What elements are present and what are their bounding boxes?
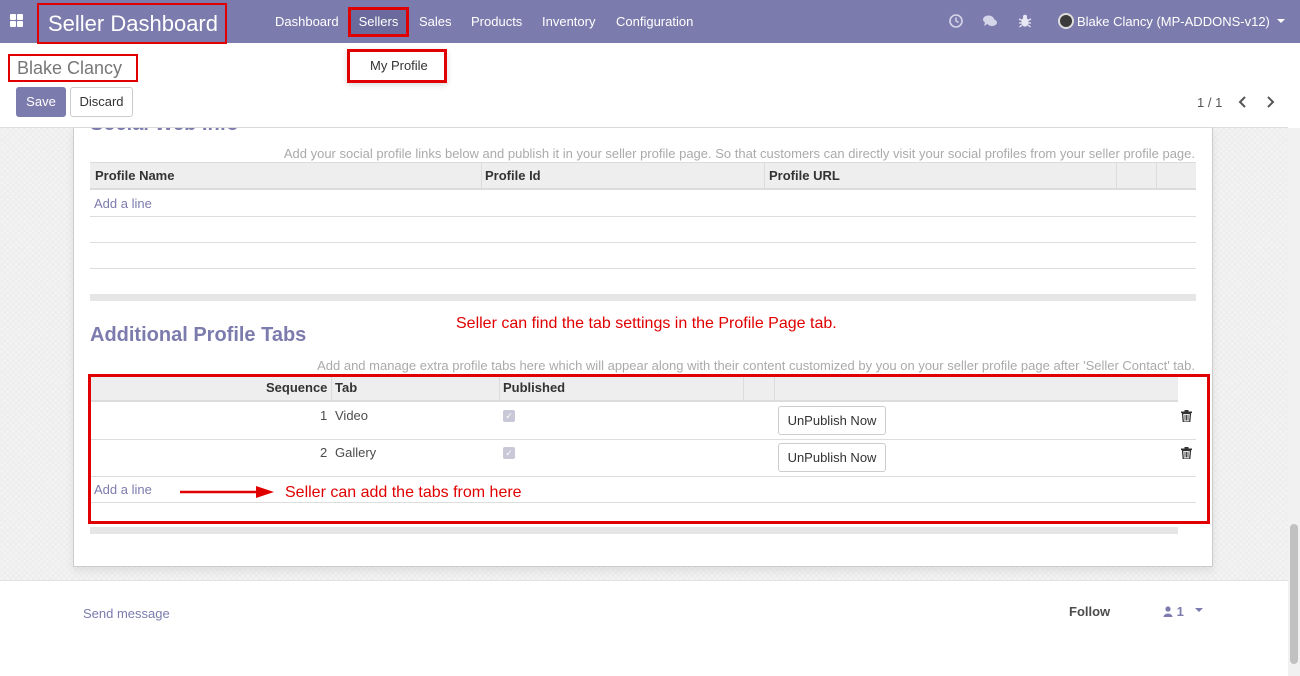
followers-count: 1 bbox=[1176, 604, 1184, 619]
column-profile-id[interactable]: Profile Id bbox=[485, 163, 541, 189]
column-profile-name[interactable]: Profile Name bbox=[95, 163, 174, 189]
apps-menu-icon[interactable] bbox=[10, 14, 23, 27]
social-table-header: Profile Name Profile Id Profile URL bbox=[90, 162, 1196, 190]
user-menu-name[interactable]: Blake Clancy (MP-ADDONS-v12) bbox=[1077, 0, 1270, 43]
column-tab[interactable]: Tab bbox=[335, 375, 357, 401]
send-message-link[interactable]: Send message bbox=[83, 606, 170, 621]
tabs-table-header: Sequence Tab Published bbox=[90, 374, 1178, 402]
row-2-trash-icon[interactable] bbox=[1181, 447, 1192, 459]
table-row-divider bbox=[90, 439, 1196, 440]
table-row-divider bbox=[90, 502, 1196, 503]
row-1-trash-icon[interactable] bbox=[1181, 410, 1192, 422]
menu-sellers[interactable]: Sellers bbox=[348, 7, 409, 37]
follow-button[interactable]: Follow bbox=[1069, 604, 1110, 619]
social-table-footer bbox=[90, 294, 1196, 301]
chevron-left-icon[interactable] bbox=[1236, 93, 1250, 111]
row-2-tab[interactable]: Gallery bbox=[335, 445, 376, 460]
tabs-add-line-link[interactable]: Add a line bbox=[94, 482, 152, 497]
chatter-divider bbox=[0, 580, 1288, 581]
row-1-unpublish-button[interactable]: UnPublish Now bbox=[778, 406, 886, 435]
annotation-note-tab-settings: Seller can find the tab settings in the … bbox=[456, 315, 837, 332]
page-title: Blake Clancy bbox=[8, 54, 138, 82]
menu-sales[interactable]: Sales bbox=[419, 0, 452, 43]
column-sequence[interactable]: Sequence bbox=[266, 375, 327, 401]
annotation-note-add-tabs: Seller can add the tabs from here bbox=[285, 484, 522, 501]
tabs-helper-text: Add and manage extra profile tabs here w… bbox=[317, 358, 1195, 373]
row-1-tab[interactable]: Video bbox=[335, 408, 368, 423]
chevron-right-icon[interactable] bbox=[1263, 93, 1277, 111]
tabs-table-footer bbox=[90, 527, 1178, 534]
chevron-down-icon[interactable] bbox=[1195, 608, 1203, 612]
user-icon bbox=[1163, 606, 1173, 617]
menu-item-my-profile[interactable]: My Profile bbox=[370, 58, 428, 73]
row-2-sequence[interactable]: 2 bbox=[320, 445, 327, 460]
sellers-dropdown-menu: My Profile bbox=[347, 49, 447, 83]
social-add-line-link[interactable]: Add a line bbox=[94, 196, 152, 211]
menu-dashboard[interactable]: Dashboard bbox=[275, 0, 339, 43]
social-section-title: Social Web Info bbox=[90, 128, 239, 136]
column-published[interactable]: Published bbox=[503, 375, 565, 401]
column-profile-url[interactable]: Profile URL bbox=[769, 163, 840, 189]
menu-configuration[interactable]: Configuration bbox=[616, 0, 693, 43]
save-button[interactable]: Save bbox=[16, 87, 66, 117]
social-title-clip: Social Web Info bbox=[73, 128, 1213, 148]
app-brand-title[interactable]: Seller Dashboard bbox=[37, 3, 227, 44]
table-row-divider bbox=[90, 476, 1196, 477]
menu-inventory[interactable]: Inventory bbox=[542, 0, 595, 43]
row-1-sequence[interactable]: 1 bbox=[320, 408, 327, 423]
chat-icon[interactable] bbox=[982, 13, 998, 29]
table-row-divider bbox=[90, 268, 1196, 269]
discard-button[interactable]: Discard bbox=[70, 87, 133, 117]
top-navbar: Seller Dashboard Dashboard Sellers Sales… bbox=[0, 0, 1300, 44]
avatar[interactable] bbox=[1058, 13, 1074, 29]
menu-products[interactable]: Products bbox=[471, 0, 522, 43]
clock-icon[interactable] bbox=[948, 13, 964, 29]
pager-value[interactable]: 1 / 1 bbox=[1197, 95, 1222, 110]
tabs-section-title: Additional Profile Tabs bbox=[90, 324, 307, 346]
annotation-arrow-icon bbox=[180, 486, 274, 498]
social-helper-text: Add your social profile links below and … bbox=[283, 146, 1195, 161]
bug-icon[interactable] bbox=[1017, 13, 1033, 29]
table-row-divider bbox=[90, 242, 1196, 243]
scrollbar-thumb[interactable] bbox=[1290, 524, 1298, 664]
followers-button[interactable]: 1 bbox=[1163, 604, 1184, 619]
table-row-divider bbox=[90, 216, 1196, 217]
chevron-down-icon[interactable] bbox=[1277, 19, 1285, 23]
row-2-published-checkbox[interactable]: ✓ bbox=[503, 447, 515, 459]
row-1-published-checkbox[interactable]: ✓ bbox=[503, 410, 515, 422]
row-2-unpublish-button[interactable]: UnPublish Now bbox=[778, 443, 886, 472]
